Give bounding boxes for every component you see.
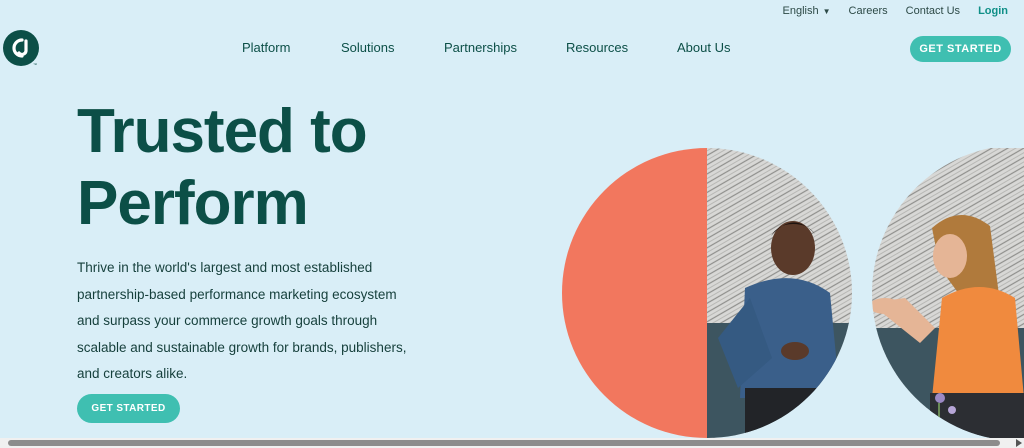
main-nav: Platform Solutions Partnerships Resource… [242,40,730,55]
photo-circle-right [872,148,1024,440]
horizontal-scrollbar[interactable] [0,438,1024,448]
hero-description-line: and surpass your commerce growth goals t… [77,313,378,328]
login-link[interactable]: Login [978,5,1008,17]
photo-circle-left [562,148,852,438]
trademark-mark: ™ [33,62,37,67]
hero-description-line: Thrive in the world's largest and most e… [77,260,373,275]
hero-description-line: scalable and sustainable growth for bran… [77,339,407,355]
caret-down-icon: ▼ [822,6,831,16]
header-get-started-button[interactable]: GET STARTED [910,36,1011,62]
careers-link[interactable]: Careers [849,5,888,17]
utility-bar: English ▼ Careers Contact Us Login [783,4,1008,18]
hero-illustration [540,148,1024,440]
cj-logo-icon[interactable] [3,30,39,66]
scrollbar-thumb[interactable] [8,440,1000,446]
hero-description-line: partnership-based performance marketing … [77,286,397,302]
nav-item-partnerships[interactable]: Partnerships [444,40,566,55]
hero-title-line-1: Trusted to [77,97,368,166]
nav-item-platform[interactable]: Platform [242,40,341,55]
scroll-right-arrow-icon[interactable] [1016,439,1022,447]
language-label: English [782,5,819,17]
nav-item-solutions[interactable]: Solutions [341,40,444,55]
contact-us-link[interactable]: Contact Us [906,5,960,17]
hero-description: Thrive in the world's largest and most e… [77,255,427,388]
language-selector[interactable]: English ▼ [783,5,831,17]
hero-title: Trusted to Perform [77,96,497,240]
nav-item-about-us[interactable]: About Us [677,40,730,55]
hero-get-started-button[interactable]: GET STARTED [77,394,180,423]
hero-title-line-2: Perform [77,169,309,238]
nav-item-resources[interactable]: Resources [566,40,677,55]
hero-description-line: and creators alike. [77,366,188,381]
